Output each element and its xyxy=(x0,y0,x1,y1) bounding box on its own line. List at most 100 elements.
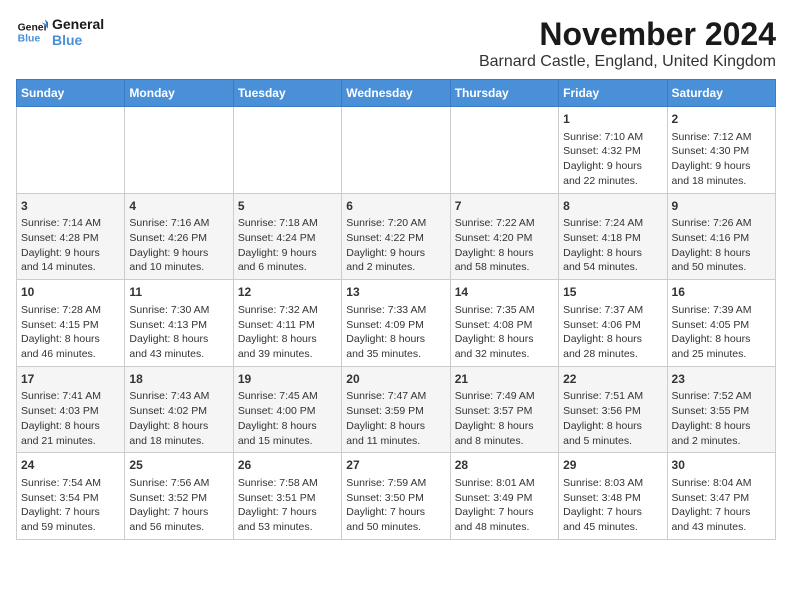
day-number: 6 xyxy=(346,198,445,215)
day-info: Daylight: 9 hours xyxy=(129,246,228,261)
day-info: Daylight: 7 hours xyxy=(238,505,337,520)
week-row-2: 3Sunrise: 7:14 AMSunset: 4:28 PMDaylight… xyxy=(17,193,776,280)
day-info: Sunset: 4:03 PM xyxy=(21,404,120,419)
day-cell: 4Sunrise: 7:16 AMSunset: 4:26 PMDaylight… xyxy=(125,193,233,280)
day-info: Daylight: 7 hours xyxy=(672,505,771,520)
day-info: Sunrise: 7:26 AM xyxy=(672,216,771,231)
day-cell: 17Sunrise: 7:41 AMSunset: 4:03 PMDayligh… xyxy=(17,366,125,453)
day-cell: 19Sunrise: 7:45 AMSunset: 4:00 PMDayligh… xyxy=(233,366,341,453)
day-info: and 45 minutes. xyxy=(563,520,662,535)
day-info: Sunset: 4:32 PM xyxy=(563,144,662,159)
day-info: and 2 minutes. xyxy=(346,260,445,275)
day-info: and 50 minutes. xyxy=(672,260,771,275)
day-number: 28 xyxy=(455,457,554,474)
day-info: Sunset: 4:16 PM xyxy=(672,231,771,246)
day-info: and 43 minutes. xyxy=(672,520,771,535)
day-info: and 5 minutes. xyxy=(563,434,662,449)
day-info: Sunrise: 7:39 AM xyxy=(672,303,771,318)
day-number: 22 xyxy=(563,371,662,388)
day-number: 18 xyxy=(129,371,228,388)
day-number: 30 xyxy=(672,457,771,474)
day-info: Sunset: 4:00 PM xyxy=(238,404,337,419)
day-info: and 32 minutes. xyxy=(455,347,554,362)
day-cell xyxy=(233,107,341,194)
day-info: Daylight: 9 hours xyxy=(21,246,120,261)
day-info: and 21 minutes. xyxy=(21,434,120,449)
day-cell: 3Sunrise: 7:14 AMSunset: 4:28 PMDaylight… xyxy=(17,193,125,280)
day-info: Sunrise: 7:18 AM xyxy=(238,216,337,231)
calendar-body: 1Sunrise: 7:10 AMSunset: 4:32 PMDaylight… xyxy=(17,107,776,540)
day-info: Sunset: 4:05 PM xyxy=(672,318,771,333)
day-cell xyxy=(125,107,233,194)
day-cell: 12Sunrise: 7:32 AMSunset: 4:11 PMDayligh… xyxy=(233,280,341,367)
header: General Blue General Blue November 2024 … xyxy=(16,16,776,71)
logo-general: General xyxy=(52,16,104,32)
day-number: 24 xyxy=(21,457,120,474)
day-info: Sunrise: 7:28 AM xyxy=(21,303,120,318)
day-info: Daylight: 9 hours xyxy=(672,159,771,174)
header-cell-wednesday: Wednesday xyxy=(342,80,450,107)
day-info: Sunrise: 7:33 AM xyxy=(346,303,445,318)
day-cell: 1 Sunrise: 7:10 AMSunset: 4:32 PMDaylight… xyxy=(559,107,667,194)
day-cell: 8Sunrise: 7:24 AMSunset: 4:18 PMDaylight… xyxy=(559,193,667,280)
logo-icon: General Blue xyxy=(16,16,48,48)
day-info: Sunrise: 7:10 AM xyxy=(563,130,662,145)
day-info: Daylight: 7 hours xyxy=(455,505,554,520)
day-info: Daylight: 8 hours xyxy=(346,419,445,434)
day-info: Sunrise: 7:51 AM xyxy=(563,389,662,404)
day-info: Daylight: 8 hours xyxy=(672,419,771,434)
day-info: Sunset: 3:49 PM xyxy=(455,491,554,506)
day-info: Sunset: 3:51 PM xyxy=(238,491,337,506)
day-number: 17 xyxy=(21,371,120,388)
day-info: and 15 minutes. xyxy=(238,434,337,449)
day-info: and 50 minutes. xyxy=(346,520,445,535)
day-cell: 13Sunrise: 7:33 AMSunset: 4:09 PMDayligh… xyxy=(342,280,450,367)
day-number: 15 xyxy=(563,284,662,301)
day-cell: 15Sunrise: 7:37 AMSunset: 4:06 PMDayligh… xyxy=(559,280,667,367)
day-info: Sunset: 3:47 PM xyxy=(672,491,771,506)
day-cell: 30Sunrise: 8:04 AMSunset: 3:47 PMDayligh… xyxy=(667,453,775,540)
day-info: Sunrise: 7:54 AM xyxy=(21,476,120,491)
day-info: and 53 minutes. xyxy=(238,520,337,535)
day-info: and 8 minutes. xyxy=(455,434,554,449)
day-info: Daylight: 8 hours xyxy=(455,246,554,261)
day-info: Sunrise: 7:24 AM xyxy=(563,216,662,231)
day-info: Daylight: 7 hours xyxy=(563,505,662,520)
day-info: Sunset: 4:15 PM xyxy=(21,318,120,333)
day-info: and 54 minutes. xyxy=(563,260,662,275)
day-info: Sunrise: 7:45 AM xyxy=(238,389,337,404)
day-info: and 35 minutes. xyxy=(346,347,445,362)
day-info: Sunset: 4:13 PM xyxy=(129,318,228,333)
day-info: Sunset: 4:18 PM xyxy=(563,231,662,246)
day-info: Daylight: 9 hours xyxy=(238,246,337,261)
day-info: Sunrise: 7:56 AM xyxy=(129,476,228,491)
day-number: 1 xyxy=(563,111,662,128)
day-number: 27 xyxy=(346,457,445,474)
day-info: and 56 minutes. xyxy=(129,520,228,535)
header-cell-tuesday: Tuesday xyxy=(233,80,341,107)
day-info: Sunset: 4:11 PM xyxy=(238,318,337,333)
day-info: Sunset: 3:52 PM xyxy=(129,491,228,506)
day-info: Daylight: 8 hours xyxy=(129,332,228,347)
day-cell: 28 Sunrise: 8:01 AMSunset: 3:49 PMDayligh… xyxy=(450,453,558,540)
day-info: and 2 minutes. xyxy=(672,434,771,449)
day-cell: 26Sunrise: 7:58 AMSunset: 3:51 PMDayligh… xyxy=(233,453,341,540)
day-cell: 5Sunrise: 7:18 AMSunset: 4:24 PMDaylight… xyxy=(233,193,341,280)
day-cell: 2Sunrise: 7:12 AMSunset: 4:30 PMDaylight… xyxy=(667,107,775,194)
day-number: 23 xyxy=(672,371,771,388)
day-number: 3 xyxy=(21,198,120,215)
week-row-5: 24Sunrise: 7:54 AMSunset: 3:54 PMDayligh… xyxy=(17,453,776,540)
day-cell: 14Sunrise: 7:35 AMSunset: 4:08 PMDayligh… xyxy=(450,280,558,367)
day-number: 12 xyxy=(238,284,337,301)
day-info: Daylight: 8 hours xyxy=(563,419,662,434)
page-subtitle: Barnard Castle, England, United Kingdom xyxy=(479,53,776,71)
day-number: 25 xyxy=(129,457,228,474)
day-info: Sunrise: 8:01 AM xyxy=(455,476,554,491)
header-cell-monday: Monday xyxy=(125,80,233,107)
day-info: Sunset: 4:06 PM xyxy=(563,318,662,333)
logo: General Blue General Blue xyxy=(16,16,104,48)
day-info: Daylight: 9 hours xyxy=(563,159,662,174)
day-info: Daylight: 8 hours xyxy=(129,419,228,434)
day-info: Sunset: 4:09 PM xyxy=(346,318,445,333)
day-info: and 10 minutes. xyxy=(129,260,228,275)
